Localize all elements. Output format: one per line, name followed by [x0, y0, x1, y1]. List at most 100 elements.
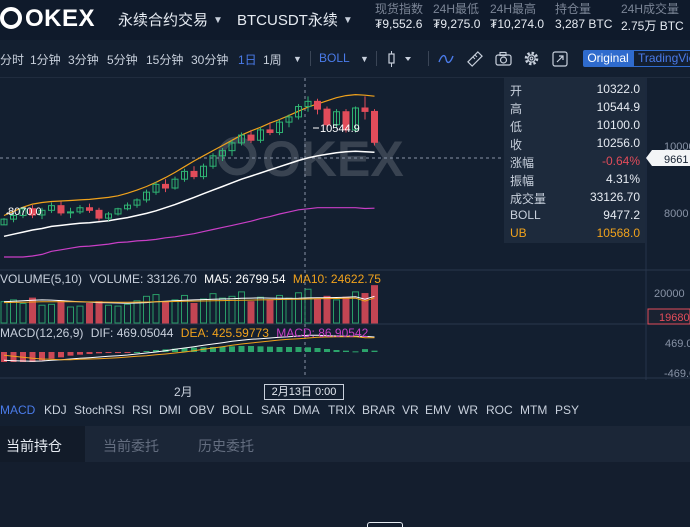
indicator-tab-brar[interactable]: BRAR — [362, 403, 395, 417]
indicator-tab-dmi[interactable]: DMI — [159, 403, 181, 417]
candle-body — [371, 110, 378, 143]
interval-30m[interactable]: 30分钟 — [191, 51, 228, 68]
indicator-tab-roc[interactable]: ROC — [486, 403, 513, 417]
ruler-icon[interactable] — [467, 51, 483, 67]
price-tag-label: 9661 — [664, 154, 688, 166]
indicator-tab-macd[interactable]: MACD — [0, 403, 35, 417]
fullscreen-icon[interactable] — [552, 51, 568, 67]
indicator-tab-emv[interactable]: EMV — [425, 403, 451, 417]
candle-type-icon[interactable] — [386, 51, 416, 67]
macd-dif: DIF: 469.05044 — [90, 326, 174, 340]
info-value: 10544.9 — [596, 100, 640, 114]
indicator-tab-boll[interactable]: BOLL — [222, 403, 253, 417]
indicator-tab-psy[interactable]: PSY — [555, 403, 579, 417]
macd-bar — [77, 352, 83, 355]
macd-bar — [67, 352, 74, 356]
interval-15m[interactable]: 15分钟 — [146, 51, 183, 68]
volume-bar — [323, 295, 331, 324]
indicator-tab-stochrsi[interactable]: StochRSI — [74, 403, 125, 417]
macd-axis-label: 469.0 — [665, 338, 690, 350]
interval-5m[interactable]: 5分钟 — [107, 51, 138, 68]
candle-body — [361, 107, 369, 112]
stat-label: 24H成交量 — [621, 2, 680, 16]
indicator-tabs: MACD KDJ StochRSI RSI DMI OBV BOLL SAR D… — [0, 403, 690, 421]
product-menu[interactable]: 永续合约交易 ▼ — [118, 9, 223, 30]
volume-bar — [361, 293, 369, 324]
volume-value: VOLUME: 33126.70 — [89, 272, 197, 286]
volume-ma5: MA5: 26799.54 — [204, 272, 286, 286]
info-value: 10256.0 — [596, 136, 640, 150]
scroll-handle[interactable] — [367, 522, 403, 527]
interval-1w[interactable]: 1周 — [263, 51, 282, 68]
symbol-selector[interactable]: BTCUSDT永续 ▼ — [237, 9, 353, 30]
original-chart-button[interactable]: Original — [583, 50, 633, 67]
macd-bar — [286, 347, 292, 352]
indicator-tab-rsi[interactable]: RSI — [132, 403, 152, 417]
gear-icon[interactable] — [523, 50, 540, 67]
macd-value: MACD: 86.90542 — [276, 326, 369, 340]
xaxis-month-label: 2月 — [174, 385, 193, 399]
chevron-down-icon[interactable]: ▼ — [360, 54, 369, 64]
indicator-tab-vr[interactable]: VR — [402, 403, 419, 417]
indicator-tab-mtm[interactable]: MTM — [520, 403, 547, 417]
product-menu-label: 永续合约交易 — [118, 12, 209, 29]
macd-bar — [257, 346, 264, 352]
macd-bar — [229, 346, 235, 352]
tab-order-history[interactable]: 历史委托 — [198, 436, 254, 456]
macd-bar — [314, 348, 321, 352]
indicator-tab-kdj[interactable]: KDJ — [44, 403, 67, 417]
volume-bar — [371, 285, 378, 324]
info-value: 10568.0 — [596, 226, 640, 240]
volume-ma10: MA10: 24622.75 — [292, 272, 381, 286]
camera-icon[interactable] — [495, 51, 512, 67]
candle-body — [95, 209, 103, 219]
volume-bar — [86, 302, 93, 324]
interval-timeline[interactable]: 分时 — [0, 51, 24, 68]
info-value: -0.64% — [601, 154, 640, 168]
indicator-tab-wr[interactable]: WR — [458, 403, 478, 417]
macd-bar — [238, 346, 245, 352]
candle-body — [86, 207, 93, 211]
interval-3m[interactable]: 3分钟 — [68, 51, 99, 68]
chevron-down-icon[interactable]: ▼ — [293, 54, 302, 64]
volume-bar — [162, 301, 169, 324]
toolbar-divider — [376, 51, 377, 66]
stat-value: 3,287 BTC — [555, 17, 613, 31]
macd-dea: DEA: 425.59773 — [180, 326, 269, 340]
crosshair-date-label: 2月13日 0:00 — [264, 384, 344, 400]
indicator-tab-sar[interactable]: SAR — [261, 403, 286, 417]
info-value: 10100.0 — [596, 118, 640, 132]
tradingview-chart-button[interactable]: TradingView — [633, 50, 690, 67]
macd-bar — [29, 352, 36, 362]
macd-bar — [248, 346, 254, 352]
macd-bar — [105, 352, 112, 353]
stat-value: ₮9,552.6 — [375, 17, 423, 31]
info-key: 收 — [510, 138, 523, 152]
macd-bar — [143, 351, 150, 352]
volume-title: VOLUME(5,10) — [0, 272, 83, 286]
volume-bar — [247, 301, 255, 324]
line-drawing-icon[interactable] — [438, 51, 454, 67]
candle-body — [247, 134, 255, 141]
interval-1m[interactable]: 1分钟 — [30, 51, 61, 68]
tab-current-positions[interactable]: 当前持仓 — [6, 436, 62, 456]
indicator-tab-obv[interactable]: OBV — [189, 403, 214, 417]
macd-bar — [48, 352, 55, 359]
macd-bar — [305, 347, 311, 352]
macd-bar — [124, 352, 131, 353]
volume-legend: VOLUME(5,10) VOLUME: 33126.70 MA5: 26799… — [0, 272, 381, 286]
info-value: 33126.70 — [589, 190, 640, 204]
interval-1d[interactable]: 1日 — [238, 51, 257, 68]
macd-axis-label: -469.0 — [664, 368, 690, 380]
info-key: 低 — [510, 120, 523, 134]
indicator-select[interactable]: BOLL — [319, 51, 350, 65]
volume-bar — [95, 301, 103, 324]
info-key: UB — [510, 226, 527, 240]
okex-logo[interactable]: OKEX — [0, 5, 95, 33]
tab-open-orders[interactable]: 当前委托 — [103, 436, 159, 456]
volume-axis-label: 20000 — [654, 288, 685, 300]
indicator-tab-trix[interactable]: TRIX — [328, 403, 355, 417]
macd-bar — [96, 352, 102, 354]
candle-body — [162, 183, 169, 189]
indicator-tab-dma[interactable]: DMA — [293, 403, 320, 417]
